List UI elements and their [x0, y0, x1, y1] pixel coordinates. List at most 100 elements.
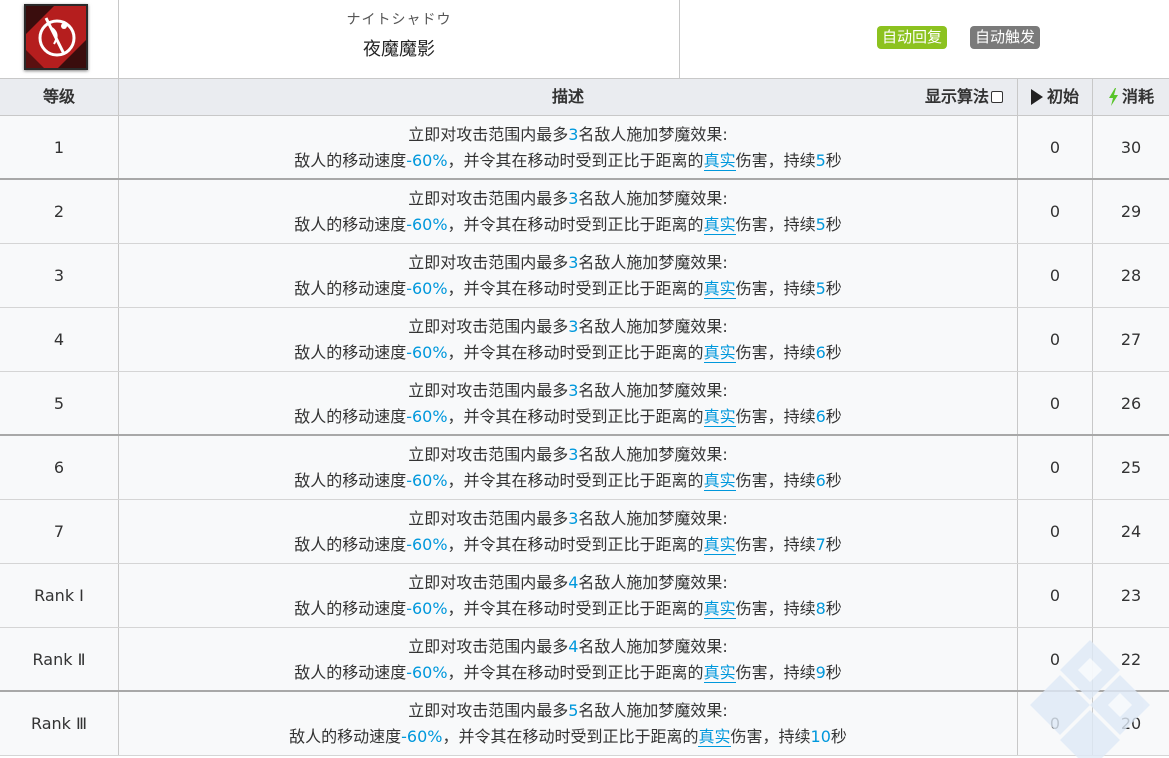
- true-damage-link[interactable]: 真实: [703, 407, 736, 427]
- true-damage-link[interactable]: 真实: [703, 471, 736, 491]
- table-row: 4 立即对攻击范围内最多3名敌人施加梦魔效果: 敌人的移动速度-60%，并令其在移动…: [0, 308, 1169, 372]
- desc-targets: 5: [568, 701, 579, 720]
- true-damage-link[interactable]: 真实: [703, 535, 736, 555]
- row-level: Rank Ⅲ: [0, 692, 119, 755]
- desc-duration: 9: [815, 663, 826, 682]
- desc-duration: 6: [815, 471, 826, 490]
- skill-table: ナイトシャドウ 夜魔魔影 自动回复 自动触发 等级 描述 显示算法 初始 消耗 …: [0, 0, 1169, 758]
- row-level: 7: [0, 500, 119, 563]
- row-sp-cost: 25: [1120, 458, 1142, 477]
- desc-speed: -60%: [406, 599, 448, 618]
- skill-icon: [24, 4, 88, 70]
- desc-text: 名敌人施加梦魔效果:: [578, 317, 728, 336]
- desc-text: 名敌人施加梦魔效果:: [578, 573, 728, 592]
- true-damage-link[interactable]: 真实: [703, 279, 736, 299]
- show-formula-checkbox[interactable]: [991, 91, 1003, 103]
- desc-text: 伤害，持续: [735, 343, 816, 362]
- desc-text: ，并令其在移动时受到正比于距离的: [447, 215, 704, 234]
- column-initial-label: 初始: [1046, 87, 1079, 106]
- desc-targets: 3: [568, 317, 579, 336]
- desc-text: 立即对攻击范围内最多: [408, 253, 569, 272]
- play-icon: [1030, 89, 1043, 105]
- row-initial-sp: 0: [1018, 436, 1093, 499]
- desc-text: 立即对攻击范围内最多: [408, 701, 569, 720]
- desc-text: ，并令其在移动时受到正比于距离的: [447, 279, 704, 298]
- desc-text: 名敌人施加梦魔效果:: [578, 253, 728, 272]
- row-initial-sp: 0: [1018, 180, 1093, 243]
- desc-text: 秒: [825, 151, 842, 170]
- desc-text: 伤害，持续: [735, 471, 816, 490]
- desc-speed: -60%: [406, 407, 448, 426]
- true-damage-link[interactable]: 真实: [698, 727, 731, 747]
- true-damage-link[interactable]: 真实: [703, 663, 736, 683]
- table-row: Rank Ⅱ 立即对攻击范围内最多4名敌人施加梦魔效果: 敌人的移动速度-60%，并…: [0, 628, 1169, 692]
- desc-targets: 3: [568, 253, 579, 272]
- column-initial: 初始: [1018, 79, 1093, 115]
- table-row: 1 立即对攻击范围内最多3名敌人施加梦魔效果: 敌人的移动速度-60%，并令其在移动…: [0, 116, 1169, 180]
- column-header-row: 等级 描述 显示算法 初始 消耗: [0, 79, 1169, 116]
- tag-auto-trigger: 自动触发: [970, 26, 1041, 49]
- desc-targets: 3: [568, 381, 579, 400]
- row-level: Rank Ⅱ: [0, 628, 119, 690]
- row-description: 立即对攻击范围内最多3名敌人施加梦魔效果: 敌人的移动速度-60%，并令其在移动时…: [119, 372, 1018, 434]
- desc-targets: 3: [568, 125, 579, 144]
- desc-text: 名敌人施加梦魔效果:: [578, 381, 728, 400]
- row-initial-sp: 0: [1018, 244, 1093, 307]
- desc-text: ，并令其在移动时受到正比于距离的: [447, 471, 704, 490]
- desc-text: 伤害，持续: [730, 727, 811, 746]
- desc-duration: 5: [815, 151, 826, 170]
- table-row: Rank Ⅰ 立即对攻击范围内最多4名敌人施加梦魔效果: 敌人的移动速度-60%，并…: [0, 564, 1169, 628]
- desc-text: ，并令其在移动时受到正比于距离的: [447, 535, 704, 554]
- row-initial-sp: 0: [1018, 692, 1093, 755]
- desc-text: 敌人的移动速度: [294, 151, 407, 170]
- desc-text: 名敌人施加梦魔效果:: [578, 509, 728, 528]
- column-cost-label: 消耗: [1121, 87, 1154, 106]
- desc-duration: 5: [815, 215, 826, 234]
- true-damage-link[interactable]: 真实: [703, 215, 736, 235]
- desc-text: 伤害，持续: [735, 663, 816, 682]
- skill-icon-cell: [0, 0, 119, 79]
- desc-text: 秒: [825, 471, 842, 490]
- row-description: 立即对攻击范围内最多4名敌人施加梦魔效果: 敌人的移动速度-60%，并令其在移动时…: [119, 564, 1018, 627]
- desc-text: ，并令其在移动时受到正比于距离的: [447, 599, 704, 618]
- table-row: 7 立即对攻击范围内最多3名敌人施加梦魔效果: 敌人的移动速度-60%，并令其在移动…: [0, 500, 1169, 564]
- row-initial-sp: 0: [1018, 628, 1093, 690]
- desc-text: 立即对攻击范围内最多: [408, 125, 569, 144]
- show-formula-toggle[interactable]: 显示算法: [925, 79, 1003, 115]
- desc-text: 伤害，持续: [735, 151, 816, 170]
- row-description: 立即对攻击范围内最多3名敌人施加梦魔效果: 敌人的移动速度-60%，并令其在移动时…: [119, 180, 1018, 243]
- desc-targets: 3: [568, 445, 579, 464]
- column-description-label: 描述: [551, 87, 584, 106]
- desc-targets: 3: [568, 189, 579, 208]
- table-row: 5 立即对攻击范围内最多3名敌人施加梦魔效果: 敌人的移动速度-60%，并令其在移动…: [0, 372, 1169, 436]
- desc-text: 敌人的移动速度: [294, 599, 407, 618]
- desc-targets: 4: [568, 637, 579, 656]
- desc-duration: 6: [815, 343, 826, 362]
- skill-header: ナイトシャドウ 夜魔魔影 自动回复 自动触发: [0, 0, 1169, 79]
- desc-text: 立即对攻击范围内最多: [408, 573, 569, 592]
- desc-text: ，并令其在移动时受到正比于距离的: [447, 407, 704, 426]
- true-damage-link[interactable]: 真实: [703, 151, 736, 171]
- desc-text: 立即对攻击范围内最多: [408, 381, 569, 400]
- row-sp-cost: 30: [1120, 138, 1142, 157]
- desc-text: 立即对攻击范围内最多: [408, 317, 569, 336]
- true-damage-link[interactable]: 真实: [703, 599, 736, 619]
- row-sp-cost: 24: [1120, 522, 1142, 541]
- row-initial-sp: 0: [1018, 308, 1093, 371]
- row-description: 立即对攻击范围内最多5名敌人施加梦魔效果: 敌人的移动速度-60%，并令其在移动时…: [119, 692, 1018, 755]
- row-description: 立即对攻击范围内最多3名敌人施加梦魔效果: 敌人的移动速度-60%，并令其在移动时…: [119, 436, 1018, 499]
- desc-targets: 3: [568, 509, 579, 528]
- true-damage-link[interactable]: 真实: [703, 343, 736, 363]
- desc-text: 敌人的移动速度: [289, 727, 402, 746]
- column-description: 描述 显示算法: [119, 79, 1018, 115]
- desc-text: 伤害，持续: [735, 407, 816, 426]
- desc-text: 敌人的移动速度: [294, 343, 407, 362]
- desc-speed: -60%: [401, 727, 443, 746]
- desc-text: 名敌人施加梦魔效果:: [578, 189, 728, 208]
- table-row: 2 立即对攻击范围内最多3名敌人施加梦魔效果: 敌人的移动速度-60%，并令其在移动…: [0, 180, 1169, 244]
- row-sp-cost: 27: [1120, 330, 1142, 349]
- row-description: 立即对攻击范围内最多4名敌人施加梦魔效果: 敌人的移动速度-60%，并令其在移动时…: [119, 628, 1018, 690]
- desc-text: 秒: [825, 343, 842, 362]
- desc-text: 敌人的移动速度: [294, 535, 407, 554]
- desc-text: 秒: [825, 407, 842, 426]
